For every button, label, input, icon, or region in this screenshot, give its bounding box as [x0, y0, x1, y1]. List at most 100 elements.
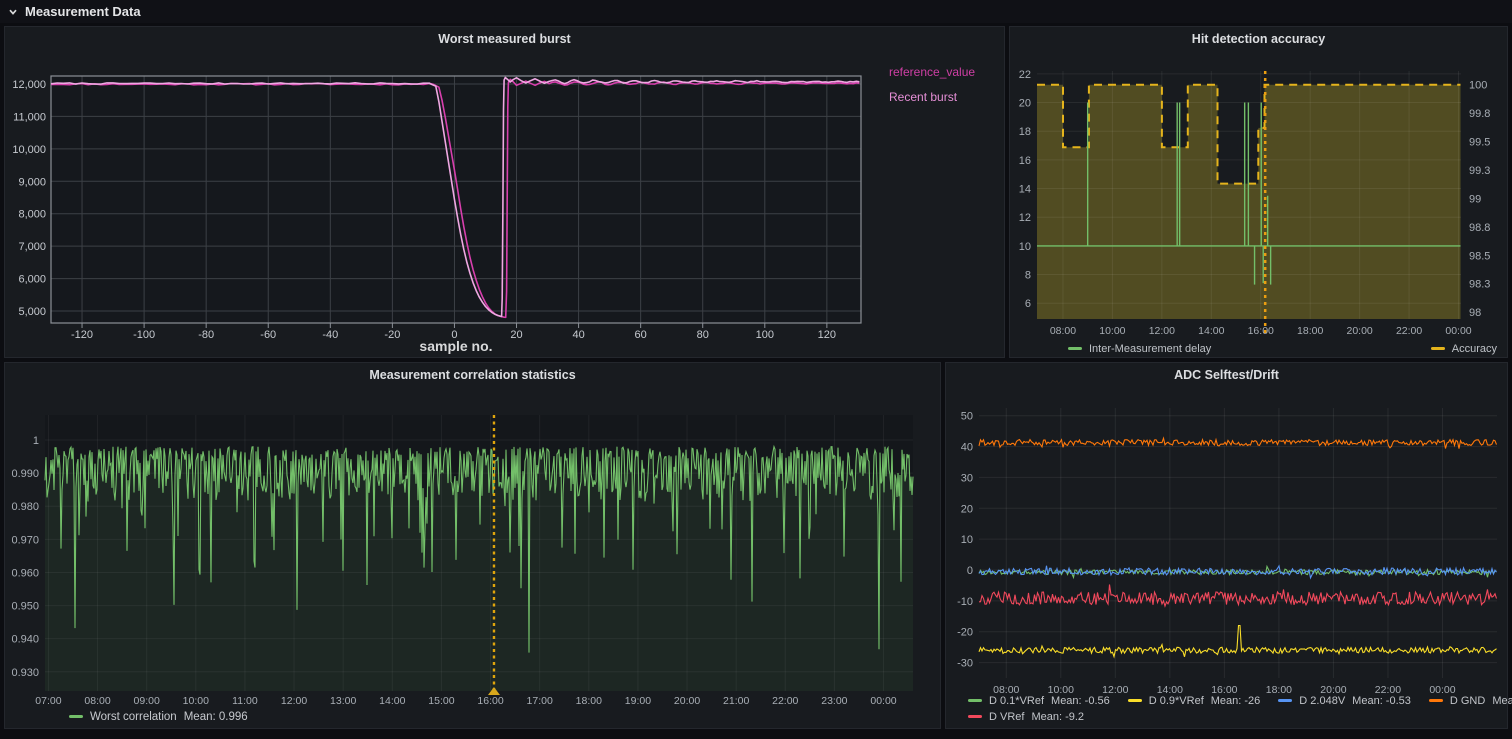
d-vref-label: D VRef — [989, 711, 1024, 723]
tick-label: 14:00 — [1198, 325, 1224, 337]
panel-title-hit-detection-accuracy[interactable]: Hit detection accuracy — [1010, 32, 1507, 46]
corr-legend: Worst correlationMean: 0.996 — [69, 711, 248, 723]
series-line-d-gnd — [979, 438, 1497, 449]
tick-label: 10 — [961, 534, 973, 546]
tick-label: 99.5 — [1469, 137, 1490, 149]
chevron-down-icon — [8, 7, 18, 17]
hit-legend: Inter-Measurement delay Accuracy — [1010, 343, 1507, 355]
x-axis-title: sample no. — [419, 338, 492, 354]
tick-label: 21:00 — [723, 695, 749, 707]
legend-item-inter-measurement-delay[interactable]: Inter-Measurement delay — [1068, 343, 1211, 355]
adc-legend-row-2: D VRefMean: -9.2 — [968, 709, 1503, 725]
tick-label: 18 — [1019, 126, 1031, 138]
tick-label: 98.3 — [1469, 279, 1490, 291]
tick-label: 10,000 — [12, 144, 46, 156]
legend-item-reference-value[interactable]: reference_value — [889, 65, 975, 79]
tick-label: 100 — [756, 329, 774, 341]
d-01vref-swatch — [968, 699, 982, 702]
dashboard-page: { "section": { "title": "Measurement Dat… — [0, 0, 1512, 739]
tick-label: 09:00 — [134, 695, 160, 707]
tick-label: 23:00 — [821, 695, 847, 707]
tick-label: 19:00 — [625, 695, 651, 707]
tick-label: -20 — [957, 627, 973, 639]
section-title: Measurement Data — [25, 4, 141, 19]
tick-label: 13:00 — [330, 695, 356, 707]
legend-item-d-vref[interactable]: D VRefMean: -9.2 — [968, 711, 1084, 723]
tick-label: 10:00 — [183, 695, 209, 707]
tick-label: -60 — [260, 329, 276, 341]
tick-label: -80 — [198, 329, 214, 341]
tick-label: -30 — [957, 658, 973, 670]
legend-item-accuracy[interactable]: Accuracy — [1431, 343, 1497, 355]
tick-label: -120 — [71, 329, 93, 341]
tick-label: 98 — [1469, 307, 1481, 319]
d-01vref-label: D 0.1*VRef — [989, 695, 1044, 707]
tick-label: 98.8 — [1469, 222, 1490, 234]
tick-label: 17:00 — [527, 695, 553, 707]
tick-label: 0 — [967, 565, 973, 577]
tick-label: 98.5 — [1469, 250, 1490, 262]
tick-label: 30 — [961, 472, 973, 484]
accuracy-legend-label: Accuracy — [1452, 343, 1497, 355]
tick-label: 14:00 — [379, 695, 405, 707]
tick-label: 99.8 — [1469, 108, 1490, 120]
hit-chart-plot[interactable]: 222018161412108610099.899.599.39998.898.… — [1010, 27, 1507, 357]
tick-label: 99 — [1469, 193, 1481, 205]
series-line-d-0-9-vref — [979, 626, 1497, 657]
adc-chart-plot[interactable]: 50403020100-10-20-3008:0010:0012:0014:00… — [946, 363, 1507, 728]
tick-label: 12:00 — [281, 695, 307, 707]
legend-item-recent-burst[interactable]: Recent burst — [889, 90, 975, 104]
adc-legend-row-1: D 0.1*VRef Mean: -0.56 D 0.9*VRefMean: -2… — [968, 693, 1503, 709]
d-09vref-swatch — [1128, 699, 1142, 702]
tick-label: 50 — [961, 411, 973, 423]
panel-worst-measured-burst: Worst measured burst -120-100-80-60-40-2… — [4, 26, 1005, 358]
tick-label: 99.3 — [1469, 165, 1490, 177]
d-2048v-mean: Mean: -0.53 — [1352, 695, 1411, 707]
tick-label: 0.940 — [11, 634, 39, 646]
d-09vref-mean: Mean: -26 — [1211, 695, 1261, 707]
legend-item-d-09vref[interactable]: D 0.9*VRefMean: -26 — [1128, 695, 1261, 707]
series-line-d-vref — [979, 585, 1497, 607]
tick-label: 16 — [1019, 155, 1031, 167]
tick-label: 0.960 — [11, 567, 39, 579]
tick-label: 60 — [635, 329, 647, 341]
panel-hit-detection-accuracy: Hit detection accuracy 22201816141210861… — [1009, 26, 1508, 358]
section-header-measurement-data[interactable]: Measurement Data — [0, 0, 1512, 23]
tick-label: -40 — [322, 329, 338, 341]
tick-label: 5,000 — [18, 306, 46, 318]
tick-label: 8 — [1025, 270, 1031, 282]
tick-label: 120 — [818, 329, 836, 341]
d-2048v-swatch — [1278, 699, 1292, 702]
delay-legend-swatch — [1068, 347, 1082, 350]
worst-correlation-legend-label: Worst correlation — [90, 711, 177, 723]
d-gnd-mean: Mean: 41.3 — [1492, 695, 1512, 707]
burst-legend: reference_value Recent burst — [889, 65, 975, 115]
d-vref-swatch — [968, 715, 982, 718]
burst-chart-plot[interactable]: -120-100-80-60-40-200204060801001205,000… — [5, 27, 1004, 357]
legend-item-d-01vref[interactable]: D 0.1*VRef Mean: -0.56 — [968, 695, 1110, 707]
tick-label: 100 — [1469, 80, 1487, 92]
tick-label: 12,000 — [12, 79, 46, 91]
tick-label: 10 — [1019, 241, 1031, 253]
panel-title-measurement-correlation[interactable]: Measurement correlation statistics — [5, 368, 940, 382]
panel-title-worst-measured-burst[interactable]: Worst measured burst — [5, 32, 1004, 46]
tick-label: -10 — [957, 596, 973, 608]
legend-item-d-gnd[interactable]: D GNDMean: 41.3 — [1429, 695, 1512, 707]
tick-label: 18:00 — [576, 695, 602, 707]
tick-label: 20:00 — [1346, 325, 1372, 337]
panel-measurement-correlation-statistics: Measurement correlation statistics 10.99… — [4, 362, 941, 729]
tick-label: -20 — [384, 329, 400, 341]
tick-label: 16:00 — [1248, 325, 1274, 337]
tick-label: 8,000 — [18, 209, 46, 221]
legend-item-worst-correlation[interactable]: Worst correlationMean: 0.996 — [69, 711, 248, 723]
tick-label: 40 — [572, 329, 584, 341]
d-gnd-swatch — [1429, 699, 1443, 702]
tick-label: 0.970 — [11, 534, 39, 546]
corr-chart-plot[interactable]: 10.9900.9800.9700.9600.9500.9400.93007:0… — [5, 363, 940, 728]
tick-label: 18:00 — [1297, 325, 1323, 337]
legend-item-d-2048v[interactable]: D 2.048VMean: -0.53 — [1278, 695, 1411, 707]
tick-label: 00:00 — [1445, 325, 1471, 337]
panel-title-adc-selftest-drift[interactable]: ADC Selftest/Drift — [946, 368, 1507, 382]
tick-label: 7,000 — [18, 241, 46, 253]
d-01vref-mean: Mean: -0.56 — [1051, 695, 1110, 707]
